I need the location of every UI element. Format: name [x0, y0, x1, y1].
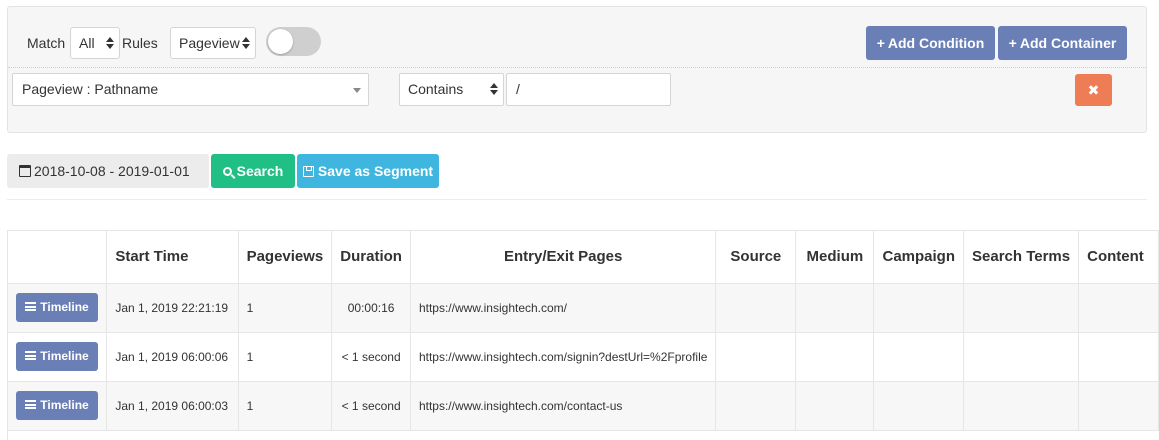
- type-select-value: Pageview: [179, 35, 240, 51]
- search-toolbar: 2018-10-08 - 2019-01-01 Search Save as S…: [7, 154, 1147, 188]
- calendar-icon: [19, 165, 31, 177]
- segment-filter-panel: Match All Rules Pageview + Add Condition …: [7, 6, 1147, 133]
- column-header-campaign[interactable]: Campaign: [873, 231, 964, 284]
- cell-start-time: Jan 1, 2019 06:00:03: [106, 381, 239, 431]
- section-divider: [7, 199, 1147, 200]
- cell-search-terms: [963, 283, 1080, 333]
- add-condition-button[interactable]: + Add Condition: [866, 26, 995, 60]
- column-header-start-time[interactable]: Start Time: [106, 231, 239, 284]
- save-segment-label: Save as Segment: [317, 163, 434, 179]
- date-range-value: 2018-10-08 - 2019-01-01: [34, 163, 190, 179]
- type-select[interactable]: Pageview: [170, 27, 256, 59]
- timeline-label: Timeline: [40, 349, 89, 363]
- cell-start-time: Jan 1, 2019 06:00:06: [106, 332, 239, 382]
- column-header-entry-exit-pages[interactable]: Entry/Exit Pages: [410, 231, 717, 284]
- cell-entry-exit-pages[interactable]: https://www.insightech.com/signin?destUr…: [410, 332, 717, 382]
- cell-duration: 00:00:16: [331, 283, 411, 333]
- cell-medium: [795, 332, 875, 382]
- chevron-down-icon: [353, 88, 361, 93]
- bars-icon: [25, 351, 37, 360]
- toggle-switch[interactable]: [266, 27, 321, 56]
- match-label: Match: [27, 35, 66, 51]
- select-arrows-icon: [106, 37, 114, 49]
- cell-source: [715, 381, 797, 431]
- cell-entry-exit-pages[interactable]: https://www.insightech.com/contact-us: [410, 381, 717, 431]
- cell-duration: < 1 second: [331, 381, 411, 431]
- cell-campaign: [873, 283, 964, 333]
- timeline-label: Timeline: [40, 398, 89, 412]
- rules-label: Rules: [122, 35, 158, 51]
- table-header-row: Start Time Pageviews Duration Entry/Exit…: [8, 231, 1159, 284]
- toggle-knob: [268, 29, 293, 54]
- condition-value-text: /: [516, 81, 520, 97]
- timeline-label: Timeline: [40, 300, 89, 314]
- condition-field-select[interactable]: Pageview : Pathname: [12, 73, 369, 106]
- operator-select[interactable]: Contains: [399, 73, 504, 106]
- table-row: Timeline Jan 1, 2019 06:00:03 1 < 1 seco…: [8, 381, 1159, 431]
- search-button[interactable]: Search: [211, 154, 295, 188]
- column-header-content[interactable]: Content: [1078, 231, 1159, 284]
- cell-entry-exit-pages[interactable]: https://www.insightech.com/: [410, 283, 717, 333]
- condition-field-value: Pageview : Pathname: [22, 81, 159, 97]
- cell-content: [1078, 381, 1159, 431]
- cell-campaign: [873, 332, 964, 382]
- table-row: Timeline Jan 1, 2019 06:00:06 1 < 1 seco…: [8, 332, 1159, 382]
- select-arrows-icon: [490, 83, 498, 95]
- timeline-button[interactable]: Timeline: [16, 391, 98, 420]
- match-select-value: All: [79, 35, 95, 51]
- search-button-label: Search: [236, 163, 284, 179]
- column-header-search-terms[interactable]: Search Terms: [963, 231, 1080, 284]
- cell-source: [715, 332, 797, 382]
- cell-campaign: [873, 381, 964, 431]
- timeline-button[interactable]: Timeline: [16, 293, 98, 322]
- cell-pageviews: 1: [238, 332, 333, 382]
- cell-content: [1078, 283, 1159, 333]
- table-row: Timeline Jan 1, 2019 22:21:19 1 00:00:16…: [8, 283, 1159, 333]
- save-icon: [302, 166, 314, 177]
- sessions-table: Start Time Pageviews Duration Entry/Exit…: [7, 230, 1159, 440]
- column-header: [8, 231, 108, 284]
- divider: [8, 67, 1146, 68]
- cell-pageviews: 1: [238, 381, 333, 431]
- cell-search-terms: [963, 381, 1080, 431]
- timeline-button[interactable]: Timeline: [16, 342, 98, 371]
- add-container-button[interactable]: + Add Container: [998, 26, 1127, 60]
- column-header-medium[interactable]: Medium: [795, 231, 875, 284]
- cell-duration: < 1 second: [331, 332, 411, 382]
- match-select[interactable]: All: [70, 27, 120, 59]
- cell-medium: [795, 283, 875, 333]
- cell-search-terms: [963, 332, 1080, 382]
- bars-icon: [25, 302, 37, 311]
- select-arrows-icon: [242, 37, 250, 49]
- column-header-source[interactable]: Source: [715, 231, 797, 284]
- operator-value: Contains: [408, 81, 464, 97]
- plus-icon: +: [1008, 35, 1017, 51]
- add-container-label: Add Container: [1019, 35, 1117, 51]
- plus-icon: +: [876, 35, 885, 51]
- cell-content: [1078, 332, 1159, 382]
- cell-start-time: Jan 1, 2019 22:21:19: [106, 283, 239, 333]
- bars-icon: [25, 400, 37, 409]
- column-header-duration[interactable]: Duration: [331, 231, 411, 284]
- cell-source: [715, 283, 797, 333]
- remove-condition-button[interactable]: ✖: [1075, 74, 1112, 106]
- search-icon: [222, 167, 232, 176]
- match-rules-row: Match All Rules Pageview + Add Condition …: [8, 26, 1146, 60]
- add-condition-label: Add Condition: [887, 35, 985, 51]
- condition-value-input[interactable]: /: [506, 73, 671, 106]
- save-segment-button[interactable]: Save as Segment: [297, 154, 439, 188]
- condition-row: Pageview : Pathname Contains / ✖: [8, 73, 1146, 107]
- cell-medium: [795, 381, 875, 431]
- cell-pageviews: 1: [238, 283, 333, 333]
- column-header-pageviews[interactable]: Pageviews: [238, 231, 333, 284]
- close-icon: ✖: [1087, 82, 1100, 98]
- date-range-picker[interactable]: 2018-10-08 - 2019-01-01: [7, 154, 209, 188]
